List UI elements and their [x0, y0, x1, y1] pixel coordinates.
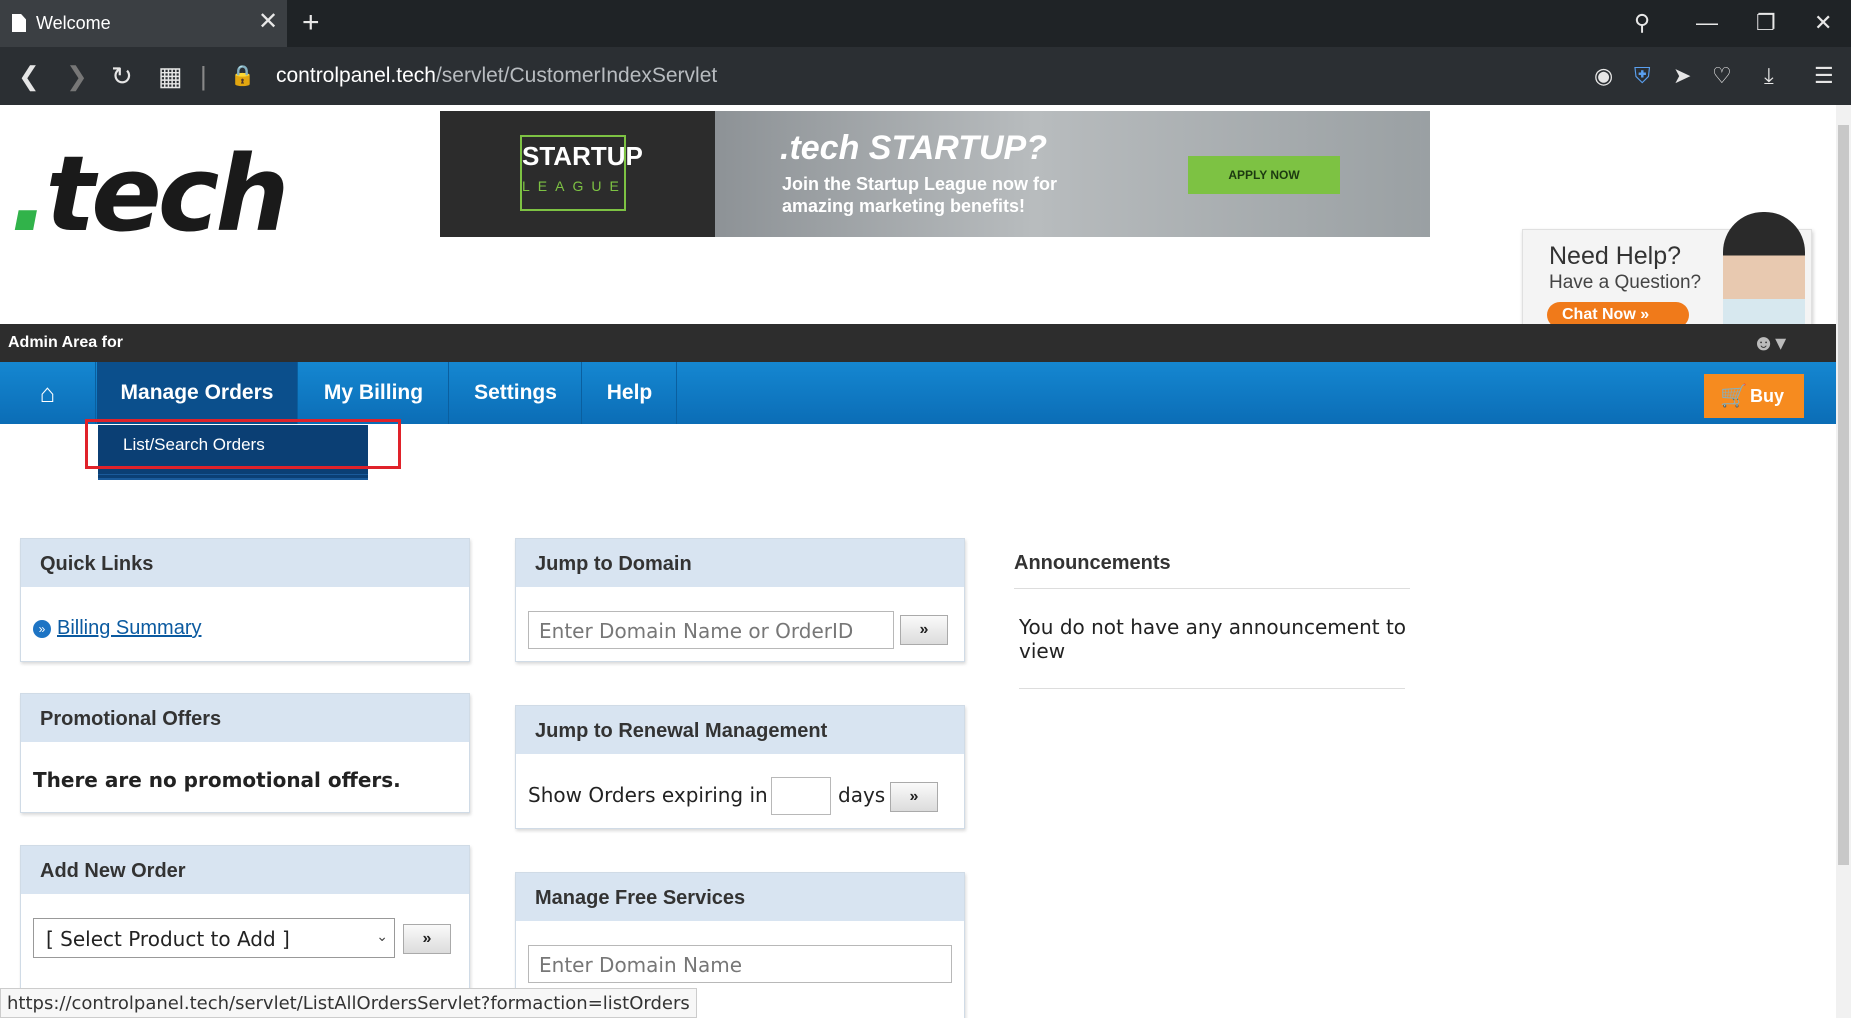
reload-icon[interactable]: ↻ [111, 61, 133, 91]
minimize-icon[interactable]: — [1696, 8, 1718, 38]
product-select[interactable]: [ Select Product to Add ] ⌄ [33, 918, 395, 958]
address-bar: ❮ ❯ ↻ ▦ | 🔒 controlpanel.tech/servlet/Cu… [0, 47, 1851, 105]
user-menu-icon[interactable]: ☻▾ [1752, 330, 1786, 356]
quick-links-panel: Quick Links » Billing Summary [20, 538, 470, 662]
buy-button[interactable]: 🛒 Buy [1704, 374, 1804, 418]
home-icon: ⌂ [39, 378, 56, 408]
apply-now-button[interactable]: APPLY NOW [1188, 156, 1340, 194]
renewal-go-button[interactable]: » [890, 782, 938, 812]
main-nav: ⌂ Manage Orders My Billing Settings Help… [0, 362, 1836, 424]
chevron-down-icon: ⌄ [376, 929, 388, 945]
nav-my-billing[interactable]: My Billing [299, 362, 449, 424]
add-order-go-button[interactable]: » [403, 924, 451, 954]
highlight-box [85, 419, 401, 469]
close-icon[interactable]: ✕ [1814, 8, 1832, 38]
free-services-domain-input[interactable]: Enter Domain Name [528, 945, 952, 983]
back-icon[interactable]: ❮ [18, 61, 40, 91]
renewal-management-panel: Jump to Renewal Management Show Orders e… [515, 705, 965, 829]
url-field[interactable]: controlpanel.tech/servlet/CustomerIndexS… [276, 64, 717, 88]
renewal-prefix: Show Orders expiring in [528, 783, 768, 807]
quick-links-title: Quick Links [21, 539, 469, 587]
product-select-value: [ Select Product to Add ] [46, 927, 290, 951]
chat-now-label: Chat Now [1562, 306, 1636, 323]
nav-manage-orders[interactable]: Manage Orders [97, 362, 298, 424]
chevron-right-icon: » [1640, 306, 1650, 323]
heart-icon[interactable]: ♡ [1712, 62, 1732, 90]
help-title: Need Help? [1549, 242, 1682, 270]
announcements-divider [1014, 588, 1410, 589]
banner-subtext: Join the Startup League now for amazing … [782, 174, 1058, 216]
promo-text: There are no promotional offers. [33, 768, 401, 792]
renewal-suffix: days [838, 783, 886, 807]
browser-tab[interactable]: Welcome ✕ [0, 0, 287, 47]
shield-icon[interactable]: ⛨ [1634, 62, 1651, 90]
jump-domain-title: Jump to Domain [516, 539, 964, 587]
logo-text: tech [45, 133, 290, 255]
status-bar-url: https://controlpanel.tech/servlet/ListAl… [0, 988, 697, 1018]
announcements-title: Announcements [1014, 552, 1171, 574]
badge-line2: LEAGUE [522, 178, 627, 194]
announcements-divider-bottom [1019, 688, 1405, 689]
page-scrollbar[interactable] [1836, 105, 1851, 1018]
restore-icon[interactable]: ❐ [1756, 8, 1776, 38]
nav-help[interactable]: Help [583, 362, 677, 424]
support-agent-image [1723, 212, 1805, 336]
camera-icon[interactable]: ◉ [1594, 62, 1613, 90]
promo-title: Promotional Offers [21, 694, 469, 742]
new-tab-icon[interactable]: + [302, 6, 320, 40]
jump-domain-go-button[interactable]: » [900, 615, 948, 645]
search-icon[interactable]: ⚲ [1634, 8, 1650, 38]
billing-summary-label: Billing Summary [57, 617, 202, 639]
page-content: .tech STARTUP LEAGUE .tech STARTUP? Join… [0, 105, 1836, 1018]
url-host: controlpanel.tech [276, 64, 436, 87]
admin-bar: Admin Area for ☻▾ [0, 324, 1836, 362]
nav-settings[interactable]: Settings [450, 362, 582, 424]
scrollbar-thumb[interactable] [1838, 125, 1849, 865]
domain-search-input[interactable]: Enter Domain Name or OrderID [528, 611, 894, 649]
renewal-title: Jump to Renewal Management [516, 706, 964, 754]
arrow-bullet-icon: » [33, 619, 51, 638]
announcements-text: You do not have any announcement to view [1019, 615, 1407, 663]
logo-dot: . [10, 133, 49, 255]
add-order-title: Add New Order [21, 846, 469, 894]
send-icon[interactable]: ➤ [1673, 62, 1691, 90]
jump-to-domain-panel: Jump to Domain Enter Domain Name or Orde… [515, 538, 965, 662]
buy-label: Buy [1750, 386, 1785, 406]
help-subtitle: Have a Question? [1549, 272, 1702, 293]
admin-area-label: Admin Area for [8, 334, 123, 351]
forward-icon[interactable]: ❯ [66, 61, 88, 91]
badge-line1: STARTUP [522, 141, 643, 171]
banner-headline: .tech STARTUP? [780, 129, 1047, 167]
lock-icon: 🔒 [230, 65, 255, 87]
billing-summary-link[interactable]: » Billing Summary [33, 617, 201, 640]
download-icon[interactable]: ⤓ [1764, 62, 1774, 90]
url-path: /servlet/CustomerIndexServlet [435, 64, 718, 87]
document-icon [12, 14, 26, 32]
tab-close-icon[interactable]: ✕ [258, 9, 278, 35]
settings-icon[interactable]: ☰ [1814, 62, 1834, 90]
browser-tab-bar: Welcome ✕ + ⚲ — ❐ ✕ [0, 0, 1851, 47]
expiring-days-input[interactable] [771, 777, 831, 815]
cart-icon: 🛒 [1720, 383, 1748, 408]
free-services-title: Manage Free Services [516, 873, 964, 921]
tab-title: Welcome [36, 13, 111, 33]
need-help-widget[interactable]: Need Help? Have a Question? Chat Now » [1522, 212, 1812, 337]
nav-home[interactable]: ⌂ [0, 362, 96, 424]
grid-icon[interactable]: ▦ [158, 61, 183, 91]
divider: | [200, 61, 207, 91]
startup-league-badge: STARTUP LEAGUE [520, 135, 643, 211]
tech-logo[interactable]: .tech [10, 133, 290, 255]
promotional-offers-panel: Promotional Offers There are no promotio… [20, 693, 470, 813]
startup-banner[interactable]: STARTUP LEAGUE .tech STARTUP? Join the S… [440, 111, 1430, 237]
